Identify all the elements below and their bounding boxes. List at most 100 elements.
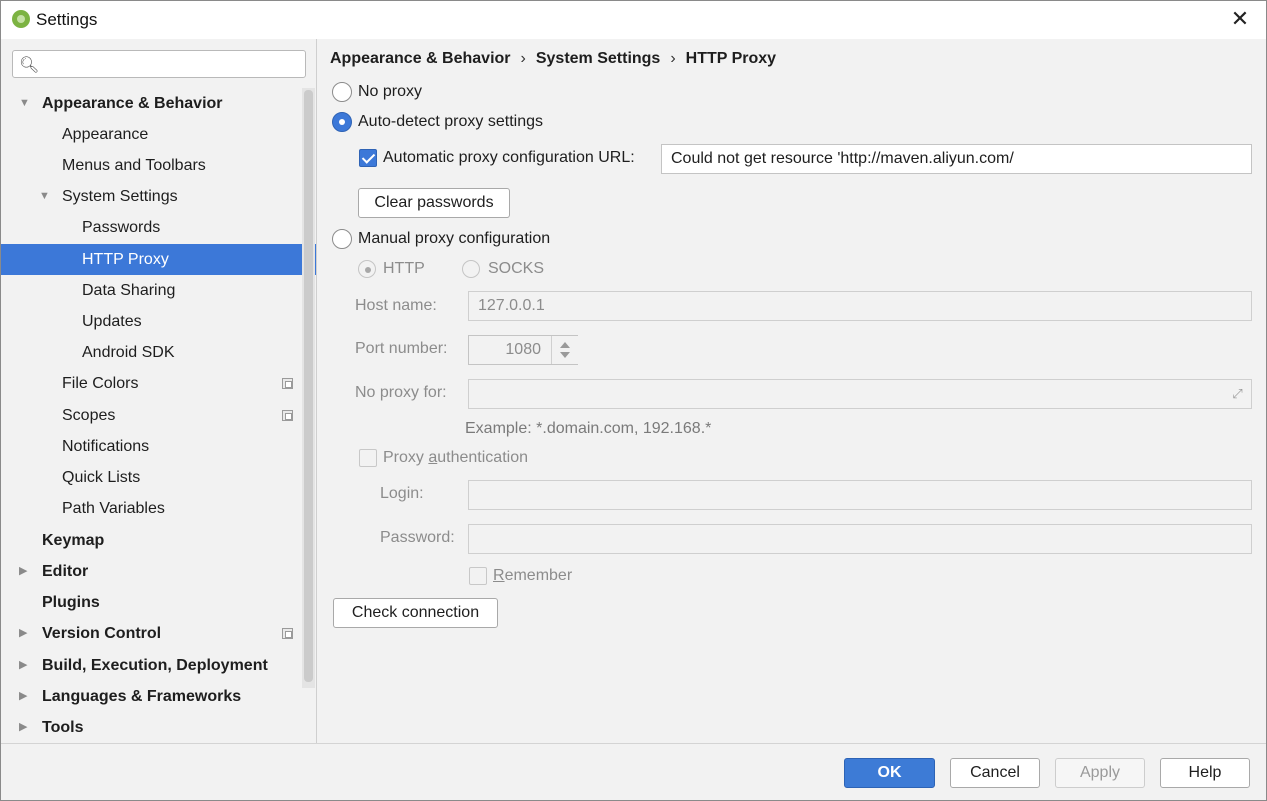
tree-item-notifications[interactable]: Notifications [1, 431, 316, 462]
tree-item-system-settings[interactable]: ▼ System Settings [1, 181, 316, 212]
tree-item-passwords[interactable]: Passwords [1, 212, 316, 243]
proxy-authentication-label: Proxy authentication [383, 449, 528, 466]
tree-item-build-execution-deployment[interactable]: ▶ Build, Execution, Deployment [1, 650, 316, 681]
window-title: Settings [36, 10, 98, 29]
dialog-footer: OK Cancel Apply Help [1, 743, 1266, 800]
check-connection-button[interactable]: Check connection [333, 598, 498, 628]
no-proxy-for-input[interactable]: ⤢ [468, 379, 1252, 409]
remember-label: Remember [493, 567, 573, 584]
collapsed-arrow-icon[interactable]: ▶ [19, 681, 33, 712]
cancel-button[interactable]: Cancel [950, 758, 1040, 788]
tree-item-label: Menus and Toolbars [62, 157, 206, 174]
tree-item-label: Languages & Frameworks [42, 688, 242, 705]
scrollbar-thumb[interactable] [304, 90, 313, 682]
tree-item-keymap[interactable]: Keymap [1, 525, 316, 556]
tree-item-appearance-behavior[interactable]: ▼ Appearance & Behavior [1, 88, 316, 119]
login-label: Login: [380, 485, 424, 502]
expanded-arrow-icon[interactable]: ▼ [39, 181, 53, 212]
port-number-stepper[interactable]: 1080 [468, 335, 578, 365]
breadcrumb-item: System Settings [535, 50, 661, 67]
port-number-label: Port number: [355, 340, 448, 357]
apply-button[interactable]: Apply [1055, 758, 1145, 788]
search-input[interactable] [47, 54, 297, 74]
tree-item-file-colors[interactable]: File Colors [1, 368, 316, 399]
tree-item-tools[interactable]: ▶ Tools [1, 712, 316, 743]
copy-icon [282, 378, 293, 389]
tree-item-label: System Settings [62, 188, 178, 205]
host-name-input[interactable] [468, 291, 1252, 321]
tree-item-quick-lists[interactable]: Quick Lists [1, 462, 316, 493]
tree-item-label: HTTP Proxy [82, 251, 169, 268]
search-icon: 🔍︎ [19, 57, 40, 74]
host-name-label: Host name: [355, 297, 437, 314]
tree-item-label: Quick Lists [62, 469, 141, 486]
auto-config-url-checkbox[interactable] [359, 149, 377, 167]
tree-item-label: File Colors [62, 375, 139, 392]
collapsed-arrow-icon[interactable]: ▶ [19, 618, 33, 649]
breadcrumb-separator: › [670, 50, 676, 67]
manual-proxy-label: Manual proxy configuration [358, 230, 551, 247]
auto-detect-radio[interactable] [332, 112, 352, 132]
port-number-value: 1080 [505, 341, 541, 358]
tree-item-appearance[interactable]: Appearance [1, 119, 316, 150]
increment-icon[interactable] [560, 342, 570, 348]
no-proxy-label: No proxy [358, 83, 423, 100]
tree-item-label: Updates [82, 313, 142, 330]
tree-item-plugins[interactable]: Plugins [1, 587, 316, 618]
sidebar-scrollbar[interactable] [302, 88, 315, 688]
tree-item-languages-frameworks[interactable]: ▶ Languages & Frameworks [1, 681, 316, 712]
clear-passwords-button[interactable]: Clear passwords [358, 188, 510, 218]
tree-item-data-sharing[interactable]: Data Sharing [1, 275, 316, 306]
collapsed-arrow-icon[interactable]: ▶ [19, 556, 33, 587]
tree-item-label: Plugins [42, 594, 100, 611]
decrement-icon[interactable] [560, 352, 570, 358]
tree-item-scopes[interactable]: Scopes [1, 400, 316, 431]
tree-item-label: Version Control [42, 625, 162, 642]
tree-item-version-control[interactable]: ▶ Version Control [1, 618, 316, 649]
http-radio[interactable] [358, 260, 376, 278]
tree-item-editor[interactable]: ▶ Editor [1, 556, 316, 587]
breadcrumb-item: Appearance & Behavior [330, 50, 511, 67]
auto-config-url-input[interactable] [661, 144, 1252, 174]
manual-proxy-radio[interactable] [332, 229, 352, 249]
no-proxy-for-label: No proxy for: [355, 384, 447, 401]
tree-item-label: Editor [42, 563, 89, 580]
login-input[interactable] [468, 480, 1252, 510]
close-icon[interactable]: ✕ [1228, 7, 1252, 31]
tree-item-path-variables[interactable]: Path Variables [1, 493, 316, 524]
no-proxy-radio[interactable] [332, 82, 352, 102]
proxy-authentication-checkbox[interactable] [359, 449, 377, 467]
collapsed-arrow-icon[interactable]: ▶ [19, 650, 33, 681]
search-box[interactable]: 🔍︎ [12, 50, 306, 78]
tree-item-label: Notifications [62, 438, 150, 455]
collapsed-arrow-icon[interactable]: ▶ [19, 712, 33, 743]
auto-detect-label: Auto-detect proxy settings [358, 113, 543, 130]
expand-icon[interactable]: ⤢ [1230, 386, 1245, 401]
tree-item-label: Android SDK [82, 344, 175, 361]
password-label: Password: [380, 529, 455, 546]
breadcrumb: Appearance & Behavior › System Settings › HT… [330, 50, 776, 68]
socks-radio[interactable] [462, 260, 480, 278]
spinner-arrows-icon[interactable] [551, 336, 578, 364]
android-studio-icon [12, 10, 30, 28]
tree-item-label: Appearance [62, 126, 149, 143]
tree-item-http-proxy[interactable]: HTTP Proxy [1, 244, 316, 275]
help-button[interactable]: Help [1160, 758, 1250, 788]
tree-item-android-sdk[interactable]: Android SDK [1, 337, 316, 368]
expanded-arrow-icon[interactable]: ▼ [19, 88, 33, 119]
tree-item-label: Tools [42, 719, 84, 736]
password-input[interactable] [468, 524, 1252, 554]
breadcrumb-item: HTTP Proxy [685, 50, 777, 67]
tree-item-menus-toolbars[interactable]: Menus and Toolbars [1, 150, 316, 181]
title-bar: Settings ✕ [1, 1, 1266, 39]
tree-item-updates[interactable]: Updates [1, 306, 316, 337]
ok-button[interactable]: OK [844, 758, 935, 788]
tree-item-label: Build, Execution, Deployment [42, 657, 268, 674]
tree-item-label: Data Sharing [82, 282, 176, 299]
remember-checkbox[interactable] [469, 567, 487, 585]
socks-label: SOCKS [488, 260, 545, 277]
http-label: HTTP [383, 260, 425, 277]
settings-window: Settings ✕ 🔍︎ ▼ Appearance & Behavior Ap… [0, 0, 1267, 801]
no-proxy-example: Example: *.domain.com, 192.168.* [465, 420, 712, 437]
copy-icon [282, 628, 293, 639]
